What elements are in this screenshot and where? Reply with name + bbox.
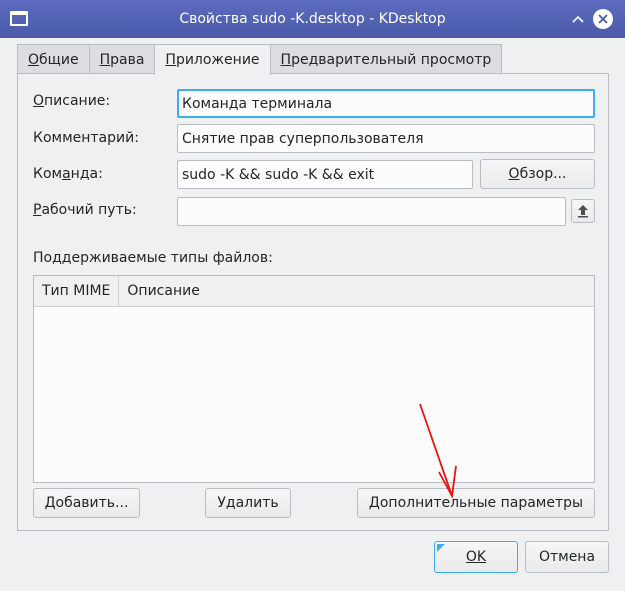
workdir-field[interactable] — [177, 197, 566, 226]
browse-button-mnemonic: О — [508, 166, 520, 182]
default-button-corner-icon — [437, 544, 445, 552]
browse-button-label: бзор... — [519, 166, 567, 182]
column-header-mime-type[interactable]: Тип MIME — [34, 276, 120, 306]
tab-general[interactable]: Общие — [17, 44, 90, 74]
advanced-options-button[interactable]: Дополнительные параметры — [357, 488, 595, 518]
workdir-label-text: абочий путь: — [41, 202, 137, 218]
mime-types-list[interactable]: Тип MIME Описание — [33, 275, 595, 483]
close-button[interactable] — [593, 9, 613, 29]
comment-label: Комментарий: — [33, 130, 139, 146]
command-label-mnemonic: а — [62, 166, 71, 182]
description-label-text: писание: — [44, 93, 111, 109]
command-field[interactable]: sudo -K && sudo -K && exit — [177, 160, 473, 189]
tab-permissions[interactable]: Права — [88, 44, 156, 74]
tab-preview-label: редварительный просмотр — [291, 51, 492, 68]
mime-list-header: Тип MIME Описание — [34, 276, 594, 307]
description-label: Описание: — [33, 93, 110, 109]
remove-button[interactable]: Удалить — [205, 488, 291, 518]
ok-button-label: OK — [465, 549, 487, 565]
tab-general-mnemonic: О — [28, 51, 40, 68]
close-icon — [598, 14, 608, 24]
minimize-button[interactable] — [568, 9, 588, 29]
window-title: Свойства sudo -K.desktop - KDesktop — [179, 11, 446, 27]
command-label-start: Ком — [33, 166, 63, 182]
tab-application[interactable]: Приложение — [154, 44, 271, 75]
application-tab-page: Описание: Команда терминала Комментарий:… — [17, 73, 609, 531]
description-field[interactable]: Команда терминала — [177, 89, 595, 118]
tab-application-label: риложение — [175, 52, 260, 68]
tab-permissions-mnemonic: П — [99, 51, 111, 68]
window-app-icon — [10, 11, 28, 26]
tab-permissions-label: рава — [110, 51, 145, 68]
tab-application-mnemonic: П — [165, 52, 176, 68]
column-header-description[interactable]: Описание — [119, 276, 207, 306]
workdir-label: Рабочий путь: — [33, 202, 137, 218]
tab-preview[interactable]: Предварительный просмотр — [269, 44, 503, 74]
cancel-button[interactable]: Отмена — [525, 541, 609, 573]
ok-button[interactable]: OK — [434, 541, 518, 573]
filetypes-label: Поддерживаемые типы файлов: — [33, 250, 273, 266]
tab-bar: Общие Права Приложение Предварительный п… — [17, 44, 503, 75]
description-label-mnemonic: О — [33, 93, 45, 109]
browse-button[interactable]: Обзор... — [480, 159, 595, 189]
workdir-browse-button[interactable] — [571, 199, 595, 223]
comment-field[interactable]: Снятие прав суперпользователя — [177, 124, 595, 153]
title-bar[interactable]: Свойства sudo -K.desktop - KDesktop — [0, 0, 625, 38]
command-label-end: нда: — [70, 166, 103, 182]
upload-arrow-icon — [578, 205, 588, 218]
command-label: Команда: — [33, 166, 103, 182]
add-button[interactable]: Добавить... — [33, 488, 140, 518]
chevron-up-icon — [572, 15, 584, 23]
tab-preview-mnemonic: П — [280, 51, 292, 68]
properties-dialog: Свойства sudo -K.desktop - KDesktop Общи… — [0, 0, 625, 591]
tab-general-label: бщие — [39, 51, 79, 68]
